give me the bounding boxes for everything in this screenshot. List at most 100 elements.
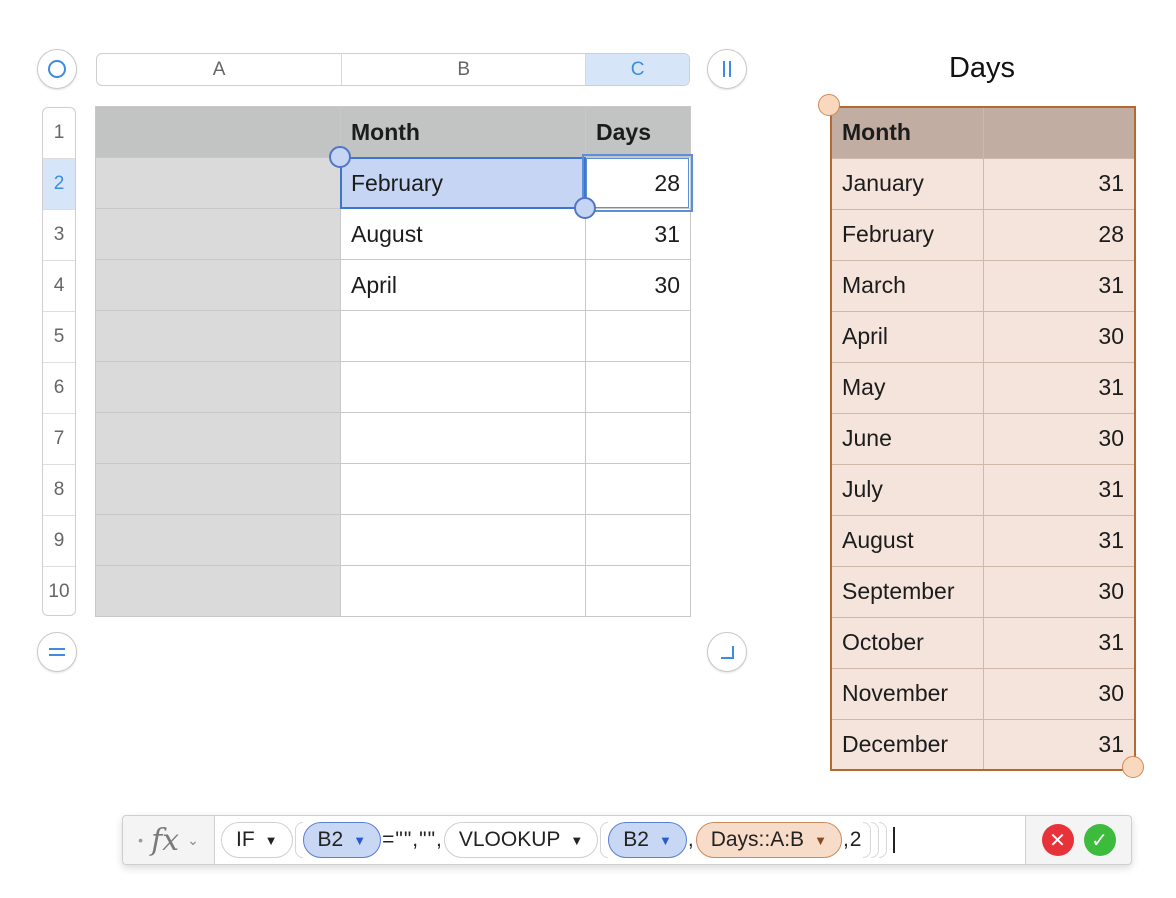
cell-b2[interactable]: February <box>340 157 586 209</box>
cell-b4[interactable]: April <box>340 259 586 311</box>
days-month[interactable]: October <box>830 616 984 669</box>
days-table-title: Days <box>948 52 1016 84</box>
cell-a3[interactable] <box>95 208 341 260</box>
days-value[interactable]: 30 <box>982 310 1136 363</box>
chevron-down-icon: ⌄ <box>187 831 199 848</box>
cell-b6[interactable] <box>340 361 586 413</box>
days-month[interactable]: December <box>830 718 984 771</box>
row-header-9[interactable]: 9 <box>43 515 75 566</box>
days-month[interactable]: February <box>830 208 984 261</box>
days-value[interactable]: 30 <box>982 667 1136 720</box>
reference-token-b2-second[interactable]: B2 ▼ <box>608 822 687 858</box>
days-month[interactable]: August <box>830 514 984 567</box>
cell-a4[interactable] <box>95 259 341 311</box>
days-range-handle-top-left[interactable] <box>818 94 840 116</box>
cell-a1[interactable] <box>95 106 341 158</box>
column-header-c[interactable]: C <box>585 54 689 85</box>
row-header-10[interactable]: 10 <box>43 566 75 615</box>
days-value[interactable]: 31 <box>982 361 1136 414</box>
column-header-b[interactable]: B <box>341 54 585 85</box>
add-column-button[interactable] <box>707 49 747 89</box>
days-value[interactable]: 31 <box>982 259 1136 312</box>
column-header-a[interactable]: A <box>97 54 341 85</box>
days-month[interactable]: July <box>830 463 984 516</box>
table-row: February 28 <box>830 208 1136 261</box>
days-month[interactable]: June <box>830 412 984 465</box>
close-icon: ✕ <box>1049 829 1066 852</box>
add-row-button[interactable] <box>37 632 77 672</box>
formula-menu-button[interactable]: • fx ⌄ <box>123 816 215 864</box>
row-header-6[interactable]: 6 <box>43 362 75 413</box>
formula-separator: , <box>687 828 695 851</box>
days-value[interactable]: 31 <box>982 157 1136 210</box>
select-table-button[interactable] <box>37 49 77 89</box>
cell-c6[interactable] <box>585 361 691 413</box>
function-token-if[interactable]: IF ▼ <box>221 822 293 858</box>
table-row: August 31 <box>830 514 1136 567</box>
days-value[interactable]: 31 <box>982 514 1136 567</box>
days-month[interactable]: March <box>830 259 984 312</box>
reference-label: B2 <box>623 828 649 851</box>
cell-b10[interactable] <box>340 565 586 617</box>
cell-a5[interactable] <box>95 310 341 362</box>
cancel-formula-button[interactable]: ✕ <box>1041 824 1074 856</box>
days-month[interactable]: January <box>830 157 984 210</box>
text-caret <box>893 827 896 853</box>
cell-a2[interactable] <box>95 157 341 209</box>
dropdown-triangle-icon: ▼ <box>353 832 367 848</box>
formula-editor[interactable]: IF ▼ B2 ▼ ="","", VLOOKUP ▼ B2 ▼ , Days:… <box>215 816 1025 864</box>
accept-formula-button[interactable]: ✓ <box>1083 824 1116 856</box>
days-month[interactable]: September <box>830 565 984 618</box>
resize-table-button[interactable] <box>707 632 747 672</box>
table-row: April 30 <box>830 310 1136 363</box>
days-value[interactable]: 30 <box>982 412 1136 465</box>
range-handle-bottom-right[interactable] <box>574 197 596 219</box>
days-value[interactable]: 28 <box>982 208 1136 261</box>
table-row <box>95 310 691 362</box>
days-header-days[interactable] <box>982 106 1136 159</box>
cell-c10[interactable] <box>585 565 691 617</box>
reference-label: B2 <box>317 828 344 851</box>
days-month[interactable]: May <box>830 361 984 414</box>
days-header-month[interactable]: Month <box>830 106 984 159</box>
cell-c9[interactable] <box>585 514 691 566</box>
cell-b3[interactable]: August <box>340 208 586 260</box>
reference-token-days-range[interactable]: Days::A:B ▼ <box>695 822 842 858</box>
row-header-3[interactable]: 3 <box>43 209 75 260</box>
days-month[interactable]: April <box>830 310 984 363</box>
days-value[interactable]: 31 <box>982 616 1136 669</box>
cell-a7[interactable] <box>95 412 341 464</box>
reference-token-b2[interactable]: B2 ▼ <box>302 822 382 858</box>
cell-c4[interactable]: 30 <box>585 259 691 311</box>
row-header-7[interactable]: 7 <box>43 413 75 464</box>
cell-c3[interactable]: 31 <box>585 208 691 260</box>
cell-b1[interactable]: Month <box>340 106 586 158</box>
cell-a8[interactable] <box>95 463 341 515</box>
days-header-row: Month <box>830 106 1136 159</box>
cell-c1[interactable]: Days <box>585 106 691 158</box>
cell-a10[interactable] <box>95 565 341 617</box>
cell-c8[interactable] <box>585 463 691 515</box>
cell-c2[interactable]: 28 <box>585 157 691 209</box>
days-month[interactable]: November <box>830 667 984 720</box>
cell-b8[interactable] <box>340 463 586 515</box>
row-header-4[interactable]: 4 <box>43 260 75 311</box>
row-header-1[interactable]: 1 <box>43 108 75 158</box>
cell-b5[interactable] <box>340 310 586 362</box>
paren-close <box>863 822 872 858</box>
days-value[interactable]: 31 <box>982 463 1136 516</box>
cell-a9[interactable] <box>95 514 341 566</box>
cell-c5[interactable] <box>585 310 691 362</box>
row-header-5[interactable]: 5 <box>43 311 75 362</box>
cell-c7[interactable] <box>585 412 691 464</box>
function-token-vlookup[interactable]: VLOOKUP ▼ <box>443 822 599 858</box>
cell-b7[interactable] <box>340 412 586 464</box>
row-header-8[interactable]: 8 <box>43 464 75 515</box>
row-header-2[interactable]: 2 <box>43 158 75 209</box>
cell-a6[interactable] <box>95 361 341 413</box>
days-range-handle-bottom-right[interactable] <box>1122 756 1144 778</box>
cell-b9[interactable] <box>340 514 586 566</box>
days-value[interactable]: 30 <box>982 565 1136 618</box>
days-value[interactable]: 31 <box>982 718 1136 771</box>
range-handle-top-left[interactable] <box>329 146 351 168</box>
